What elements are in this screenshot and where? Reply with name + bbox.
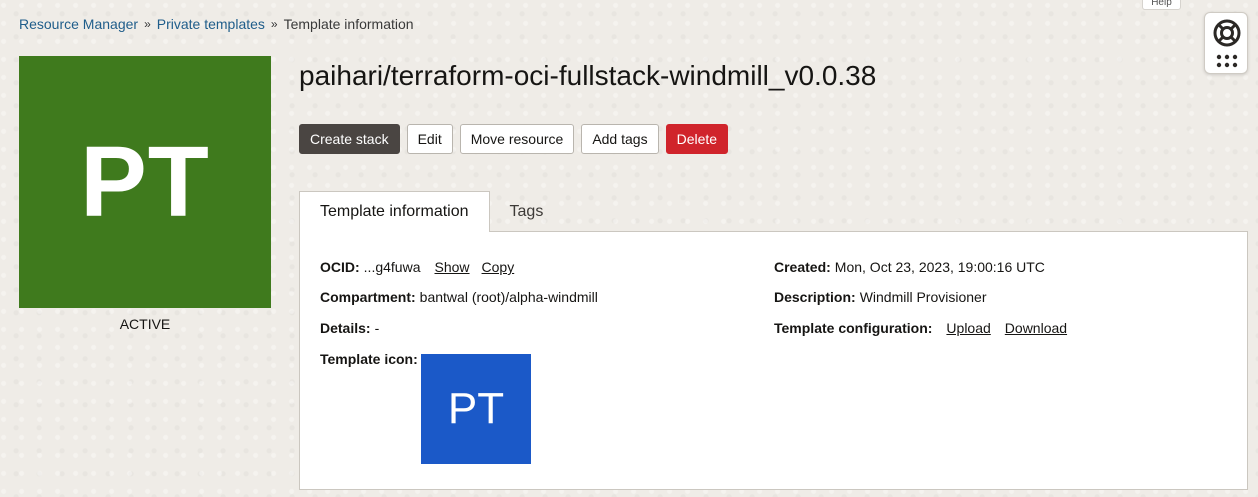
ocid-copy-link[interactable]: Copy [482, 259, 515, 275]
create-stack-button[interactable]: Create stack [299, 124, 400, 154]
template-configuration-field: Template configuration: Upload Download [774, 320, 1067, 336]
tab-tags[interactable]: Tags [490, 191, 564, 232]
created-field: Created: Mon, Oct 23, 2023, 19:00:16 UTC [774, 259, 1045, 275]
apps-grid-icon[interactable] [1216, 54, 1238, 68]
download-link[interactable]: Download [1005, 320, 1067, 336]
upload-link[interactable]: Upload [946, 320, 990, 336]
status-label: ACTIVE [119, 316, 171, 332]
compartment-label: Compartment: [320, 289, 416, 305]
template-information-panel: OCID: ...g4fuwa Show Copy Compartment: b… [299, 231, 1248, 490]
created-label: Created: [774, 259, 831, 275]
help-tab[interactable]: Help [1142, 0, 1181, 10]
description-label: Description: [774, 289, 856, 305]
created-value: Mon, Oct 23, 2023, 19:00:16 UTC [834, 259, 1045, 275]
ocid-label: OCID: [320, 259, 360, 275]
page-title: paihari/terraform-oci-fullstack-windmill… [299, 60, 877, 91]
ocid-show-link[interactable]: Show [435, 259, 470, 275]
ocid-value: ...g4fuwa [363, 259, 421, 275]
ocid-field: OCID: ...g4fuwa Show Copy [320, 259, 514, 275]
move-resource-button[interactable]: Move resource [459, 124, 575, 154]
breadcrumb-separator: » [144, 17, 151, 31]
details-label: Details: [320, 320, 371, 336]
delete-button[interactable]: Delete [665, 124, 729, 154]
breadcrumb-current: Template information [283, 16, 414, 32]
breadcrumb-resource-manager[interactable]: Resource Manager [19, 16, 138, 32]
breadcrumb-separator: » [270, 17, 278, 31]
tab-template-information[interactable]: Template information [299, 191, 490, 232]
template-configuration-label: Template configuration: [774, 320, 933, 336]
tab-bar: Template information Tags [299, 191, 563, 232]
add-tags-button[interactable]: Add tags [581, 124, 659, 154]
edit-button[interactable]: Edit [406, 124, 453, 154]
template-large-icon: PT [19, 56, 271, 308]
description-field: Description: Windmill Provisioner [774, 289, 987, 305]
compartment-value: bantwal (root)/alpha-windmill [419, 289, 598, 305]
description-value: Windmill Provisioner [859, 289, 987, 305]
template-icon-image: PT [421, 354, 531, 464]
help-widget[interactable] [1204, 12, 1248, 74]
compartment-field: Compartment: bantwal (root)/alpha-windmi… [320, 289, 598, 305]
details-value: - [374, 320, 380, 336]
lifebuoy-icon[interactable] [1212, 18, 1242, 48]
details-field: Details: - [320, 320, 379, 336]
template-icon-field: Template icon: [320, 351, 418, 367]
breadcrumb-private-templates[interactable]: Private templates [157, 16, 265, 32]
breadcrumb: Resource Manager » Private templates » T… [19, 16, 414, 32]
action-toolbar: Create stack Edit Move resource Add tags… [299, 124, 729, 154]
template-icon-label: Template icon: [320, 351, 418, 367]
